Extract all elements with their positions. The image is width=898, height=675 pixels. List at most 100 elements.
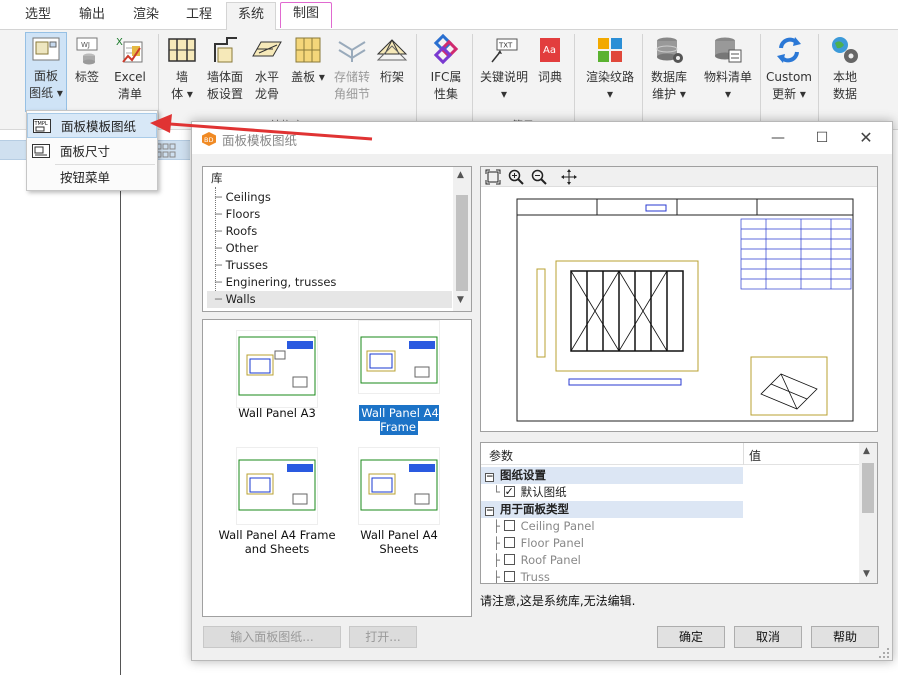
wall-label: 墙 体 ▾ — [171, 70, 193, 101]
truss-button[interactable]: 桁架 — [375, 34, 409, 86]
scroll-up-icon[interactable]: ▲ — [863, 446, 870, 456]
thumbnail-wall-panel-a3[interactable] — [236, 330, 318, 408]
ribbon-separator — [472, 34, 473, 122]
section-panel-types[interactable]: − 用于面板类型 — [481, 501, 743, 518]
wall-panel-icon — [214, 37, 237, 63]
import-panel-drawing-button[interactable]: 输入面板图纸... — [203, 626, 341, 648]
label-button[interactable]: WJ 标签 — [70, 34, 104, 86]
material-list-icon — [715, 37, 742, 63]
ifc-property-set-button[interactable]: IFC属 性集 — [424, 34, 468, 103]
tree-scrollbar[interactable]: ▲ ▼ — [453, 167, 471, 311]
thumbnail-wall-panel-a4-frame-sheets[interactable] — [236, 447, 318, 525]
store-corner-detail-button[interactable]: 存储转 角细节 — [330, 34, 374, 103]
ribbon-separator — [760, 34, 761, 122]
horizontal-joist-label: 水平 龙骨 — [254, 70, 279, 101]
horizontal-joist-button[interactable]: 水平 龙骨 — [250, 34, 284, 103]
tab-project[interactable]: 工程 — [177, 4, 221, 26]
dictionary-button[interactable]: Aa 词典 — [534, 34, 566, 86]
tree-item-walls[interactable]: ─ Walls — [207, 291, 452, 308]
cover-plate-icon — [295, 37, 321, 63]
ifc-property-set-label: IFC属 性集 — [430, 70, 462, 101]
key-note-button[interactable]: TXT 关键说明 ▾ — [478, 34, 530, 103]
tab-system[interactable]: 系统 — [226, 2, 276, 30]
tree-item-floors[interactable]: ─ Floors — [215, 206, 260, 223]
resize-grip-icon[interactable] — [878, 647, 890, 659]
render-texture-icon — [598, 38, 622, 62]
truss-icon — [376, 39, 408, 61]
ifc-icon — [433, 34, 459, 65]
tree-root[interactable]: 库 — [211, 170, 223, 187]
tree-item-other[interactable]: ─ Other — [215, 240, 258, 257]
ribbon-separator — [574, 34, 575, 122]
tree-scroll-thumb[interactable] — [456, 195, 468, 291]
svg-text:Aa: Aa — [543, 45, 556, 56]
tab-selection[interactable]: 选型 — [14, 4, 62, 26]
tree-item-roofs[interactable]: ─ Roofs — [215, 223, 257, 240]
ribbon-separator — [642, 34, 643, 122]
menu-item-button-menu[interactable]: 按钮菜单 — [27, 165, 157, 190]
pan-icon[interactable] — [561, 169, 577, 185]
params-scrollbar[interactable]: ▲ ▼ — [859, 443, 877, 583]
collapse-icon[interactable]: − — [485, 473, 494, 482]
local-data-button[interactable]: 本地 数据 — [824, 34, 866, 103]
cancel-button[interactable]: 取消 — [734, 626, 802, 648]
template-icon: TMPL — [33, 119, 51, 133]
thumbnail-caption[interactable]: Wall Panel A4 Sheets — [339, 528, 459, 556]
wall-panel-settings-button[interactable]: 墙体面 板设置 — [203, 34, 247, 103]
menu-item-panel-template-drawing[interactable]: TMPL 面板模板图纸 — [27, 113, 157, 138]
tree-item-trusses[interactable]: ─ Trusses — [215, 257, 268, 274]
ceiling-panel-checkbox[interactable] — [503, 520, 515, 531]
default-drawing-checkbox[interactable] — [503, 483, 515, 500]
truss-checkbox[interactable] — [503, 571, 515, 582]
cover-plate-label: 盖板 ▾ — [291, 70, 325, 84]
wall-button[interactable]: 墙 体 ▾ — [164, 34, 200, 103]
ribbon-tab-bar: 选型 输出 渲染 工程 系统 制图 — [0, 0, 898, 30]
thumbnail-caption[interactable]: Wall Panel A4 Frame and Sheets — [217, 528, 337, 556]
tab-output[interactable]: 输出 — [70, 4, 114, 26]
menu-item-panel-size[interactable]: 面板尺寸 — [27, 139, 157, 164]
scroll-down-icon[interactable]: ▼ — [457, 295, 464, 305]
panel-drawing-button[interactable]: 面板 图纸 ▾ — [25, 32, 67, 112]
tree-item-ceilings[interactable]: ─ Ceilings — [215, 189, 271, 206]
scroll-up-icon[interactable]: ▲ — [457, 170, 464, 180]
tab-render[interactable]: 渲染 — [124, 4, 168, 26]
zoom-in-icon[interactable] — [508, 169, 524, 185]
collapse-icon[interactable]: − — [485, 507, 494, 516]
minimize-icon[interactable]: — — [766, 127, 790, 149]
roof-panel-checkbox[interactable] — [503, 554, 515, 565]
wall-icon — [168, 38, 196, 62]
render-texture-button[interactable]: 渲染纹路 ▾ — [582, 34, 638, 103]
cover-plate-button[interactable]: 盖板 ▾ — [288, 34, 328, 86]
excel-list-button[interactable]: X Excel 清单 — [108, 34, 152, 103]
thumbnail-wall-panel-a4-sheets[interactable] — [358, 447, 440, 525]
value-column-header: 值 — [749, 449, 762, 463]
panel-drawing-label: 面板 图纸 ▾ — [29, 69, 63, 100]
zoom-out-icon[interactable] — [531, 169, 547, 185]
thumbnail-caption[interactable]: Wall Panel A3 — [217, 406, 337, 420]
material-list-button[interactable]: 物料清单 ▾ — [700, 34, 756, 103]
help-button[interactable]: 帮助 — [811, 626, 879, 648]
database-maintain-icon — [656, 37, 683, 63]
ok-button[interactable]: 确定 — [657, 626, 725, 648]
library-tree: 库 ─ Ceilings ─ Floors ─ Roofs ─ Other ─ … — [202, 166, 472, 312]
thumbnail-caption-selected[interactable]: Wall Panel A4 Frame — [339, 405, 459, 435]
database-maintenance-button[interactable]: 数据库 维护 ▾ — [646, 34, 692, 103]
left-divider-line — [120, 131, 121, 675]
scroll-down-icon[interactable]: ▼ — [863, 569, 870, 579]
menu-item-label: 面板尺寸 — [60, 144, 111, 159]
grid-view-icon[interactable] — [155, 143, 177, 159]
zoom-extents-icon[interactable] — [485, 169, 501, 185]
open-button[interactable]: 打开... — [349, 626, 417, 648]
maximize-icon[interactable]: ☐ — [810, 127, 834, 149]
custom-update-button[interactable]: Custom 更新 ▾ — [764, 34, 814, 103]
store-corner-detail-label: 存储转 角细节 — [333, 70, 370, 101]
section-drawing-settings[interactable]: − 图纸设置 — [481, 467, 743, 484]
thumbnail-wall-panel-a4-frame[interactable] — [358, 320, 440, 394]
floor-panel-checkbox[interactable] — [503, 537, 515, 548]
close-icon[interactable]: ✕ — [854, 127, 878, 149]
tab-drafting[interactable]: 制图 — [280, 2, 332, 28]
tree-item-engineering-trusses[interactable]: ─ Enginering, trusses — [215, 274, 336, 291]
svg-text:TXT: TXT — [498, 42, 513, 50]
params-scroll-thumb[interactable] — [862, 463, 874, 513]
row-floor-panel: ├ Floor Panel — [493, 536, 584, 550]
